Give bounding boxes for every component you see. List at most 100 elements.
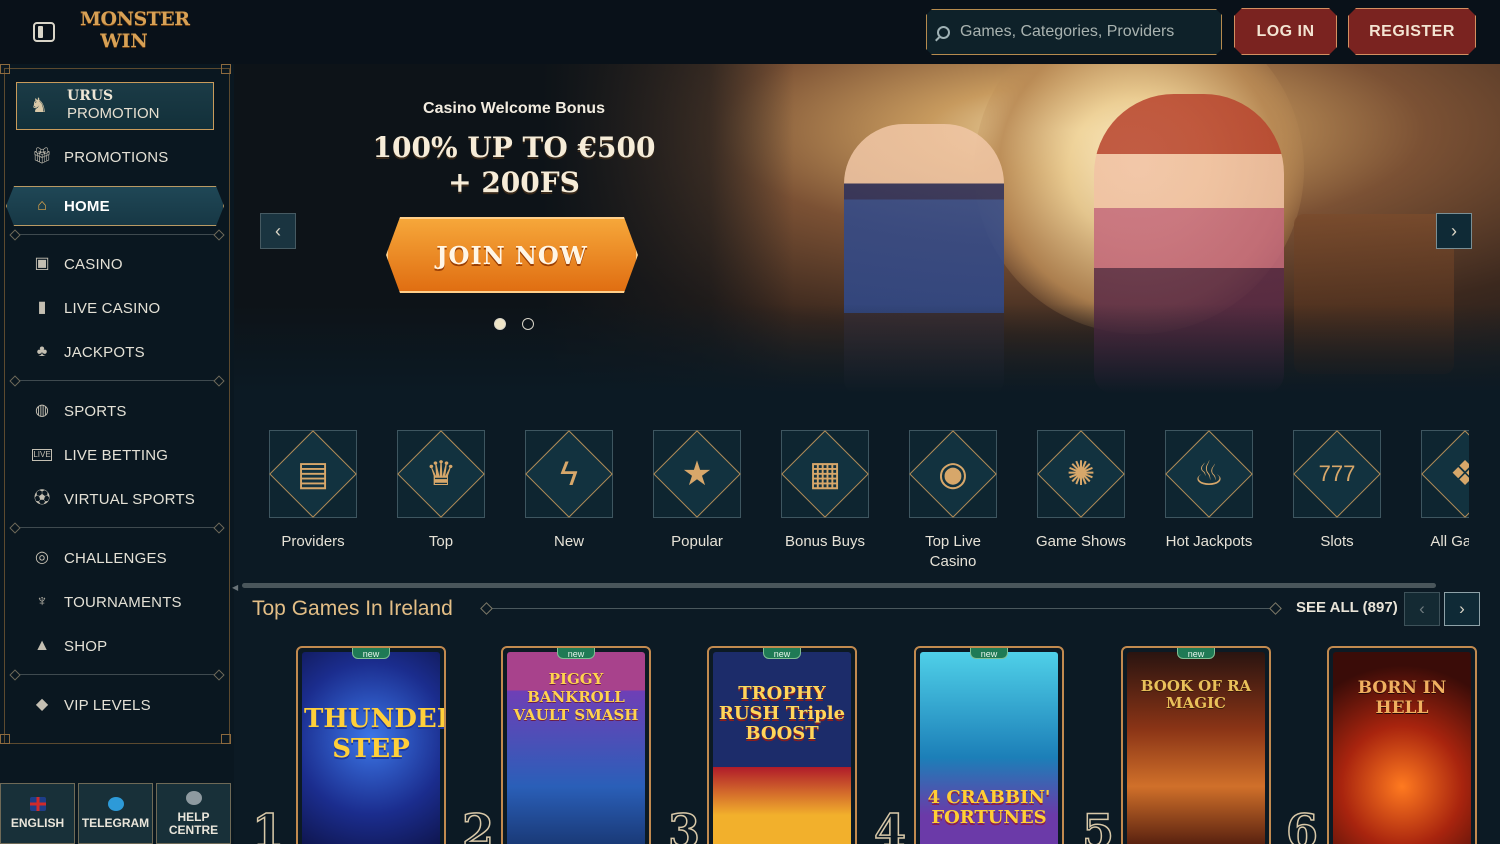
monster-win-logo[interactable]: MONSTER WIN [80, 8, 190, 54]
sidebar-item-label: VIRTUAL SPORTS [64, 490, 195, 508]
help-icon [185, 790, 202, 805]
search-input[interactable] [960, 23, 1210, 41]
frame-corner [221, 734, 231, 744]
sidebar-item-label: TOURNAMENTS [64, 593, 182, 611]
sidebar-item-sports[interactable]: ◍ SPORTS [12, 391, 222, 431]
star-icon: ★ [681, 455, 713, 493]
sidebar-item-home[interactable]: ⌂ HOME [6, 186, 224, 226]
frame-corner [0, 734, 10, 744]
category-top[interactable]: ♛ Top [392, 430, 490, 552]
category-slots[interactable]: 777 Slots [1288, 430, 1386, 552]
sidebar-item-jackpots[interactable]: ♣ JACKPOTS [12, 332, 222, 372]
category-popular[interactable]: ★ Popular [648, 430, 746, 552]
telegram-button[interactable]: TELEGRAM [78, 783, 153, 844]
category-game-shows[interactable]: ✺ Game Shows [1032, 430, 1130, 552]
slot-machine-icon: ▣ [34, 255, 50, 272]
category-label: Game Shows [1035, 533, 1127, 550]
sidebar-item-label: CASINO [64, 255, 123, 273]
frame-corner [221, 64, 231, 74]
sidebar-item-virtual-sports[interactable]: ⚽︎ VIRTUAL SPORTS [12, 479, 222, 519]
language-button[interactable]: ENGLISH [0, 783, 75, 844]
game-card-born-in-hell[interactable]: BORN IN HELL [1327, 646, 1477, 844]
sidebar-item-label: LIVE BETTING [64, 446, 169, 464]
register-button[interactable]: REGISTER [1348, 8, 1476, 55]
sidebar-item-shop[interactable]: ▲ SHOP [12, 626, 222, 666]
see-all-link[interactable]: SEE ALL (897) [1296, 599, 1398, 616]
game-card-trophy-rush[interactable]: TROPHY RUSH Triple BOOST new [707, 646, 857, 844]
uk-flag-icon [29, 797, 46, 811]
carousel-dot[interactable] [494, 318, 506, 330]
sidebar-item-live-casino[interactable]: ▮ LIVE CASINO [12, 288, 222, 328]
virtual-icon: ⚽︎ [33, 490, 50, 507]
game-title: BORN IN HELL [1357, 678, 1447, 718]
category-providers[interactable]: ▤ Providers [264, 430, 362, 552]
sidebar-item-label: SPORTS [64, 402, 127, 420]
new-badge: new [557, 648, 595, 659]
home-icon: ⌂ [37, 197, 47, 214]
game-card-piggy-bankroll[interactable]: PIGGY BANKROLL VAULT SMASH new [501, 646, 651, 844]
game-rank: 4 [873, 804, 907, 844]
game-rank: 2 [461, 804, 495, 844]
category-label: Bonus Buys [784, 533, 866, 550]
hero-prev-button[interactable]: ‹ [260, 213, 296, 249]
game-card-crabbin-fortunes[interactable]: 4 CRABBIN' FORTUNES new [914, 646, 1064, 844]
all-games-icon: ❖ [1449, 455, 1469, 493]
gift-icon: 🎁︎ [32, 148, 53, 165]
category-label: Slots [1320, 533, 1354, 550]
category-bonus-buys[interactable]: ▦ Bonus Buys [776, 430, 874, 552]
login-button[interactable]: LOG IN [1234, 8, 1337, 55]
urus-promotion-banner[interactable]: ♞ URUS PROMOTION [16, 82, 214, 130]
chip-icon: ◉ [938, 455, 968, 493]
search-icon [937, 26, 950, 39]
sidebar-item-tournaments[interactable]: ♆ TOURNAMENTS [12, 582, 222, 622]
sidebar-item-challenges[interactable]: ◎ CHALLENGES [12, 538, 222, 578]
hero-banner[interactable]: Casino Welcome Bonus 100% UP TO €500 + 2… [234, 64, 1500, 394]
hero-title-line2: + 200FS [448, 166, 580, 199]
sidebar-divider [14, 674, 220, 675]
game-card-book-of-ra[interactable]: BOOK OF RA MAGIC new [1121, 646, 1271, 844]
sidebar-item-label: PROMOTIONS [64, 148, 169, 166]
category-tile: ★ [653, 430, 741, 518]
games-prev-button[interactable]: ‹ [1404, 592, 1440, 626]
category-tile: ▤ [269, 430, 357, 518]
sidebar-divider [14, 234, 220, 235]
game-title: 4 CRABBIN' FORTUNES [927, 787, 1051, 828]
sidebar-item-label: SHOP [64, 637, 108, 655]
category-label: All Games [1430, 533, 1469, 550]
game-card-thunder-step[interactable]: THUNDER STEP new [296, 646, 446, 844]
search-box[interactable] [926, 9, 1222, 55]
hero-title: 100% UP TO €500 + 200FS [354, 130, 674, 200]
sidebar-item-live-betting[interactable]: LIVE LIVE BETTING [12, 435, 222, 475]
sidebar-toggle-icon[interactable] [33, 22, 55, 42]
category-tile: ♨ [1165, 430, 1253, 518]
games-next-button[interactable]: › [1444, 592, 1480, 626]
flame-icon: ♨ [1193, 455, 1225, 493]
frame-corner [0, 64, 10, 74]
help-centre-button[interactable]: HELP CENTRE [156, 783, 231, 844]
hero-next-button[interactable]: › [1436, 213, 1472, 249]
carousel-dot[interactable] [522, 318, 534, 330]
sidebar-item-promotions[interactable]: 🎁︎ PROMOTIONS [12, 137, 222, 177]
category-hot-jackpots[interactable]: ♨ Hot Jackpots [1160, 430, 1258, 552]
trophy-icon: ♆ [36, 593, 48, 610]
category-top-live-casino[interactable]: ◉ Top Live Casino [904, 430, 1002, 572]
category-tile: ▦ [781, 430, 869, 518]
category-all-games[interactable]: ❖ All Games [1416, 430, 1469, 552]
sidebar-item-label: VIP LEVELS [64, 696, 151, 714]
game-title: BOOK OF RA MAGIC [1140, 677, 1252, 712]
category-label: Top [428, 533, 454, 550]
section-divider [486, 608, 1276, 609]
sidebar-item-vip-levels[interactable]: ◆ VIP LEVELS [12, 685, 222, 725]
slot-icon: 777 [1318, 461, 1356, 486]
basketball-icon: ◍ [35, 402, 49, 419]
category-scrollbar[interactable] [242, 583, 1436, 588]
sidebar-item-casino[interactable]: ▣ CASINO [12, 244, 222, 284]
join-now-button[interactable]: JOIN NOW [386, 217, 638, 293]
category-new[interactable]: ϟ New [520, 430, 618, 552]
scroll-left-arrow-icon[interactable]: ◀ [232, 583, 238, 592]
game-title: THUNDER STEP [304, 704, 446, 764]
category-label: Hot Jackpots [1165, 533, 1253, 550]
bag-icon: ▲ [34, 637, 50, 654]
logo-text-top: MONSTER [80, 8, 190, 30]
category-label: New [553, 533, 584, 550]
